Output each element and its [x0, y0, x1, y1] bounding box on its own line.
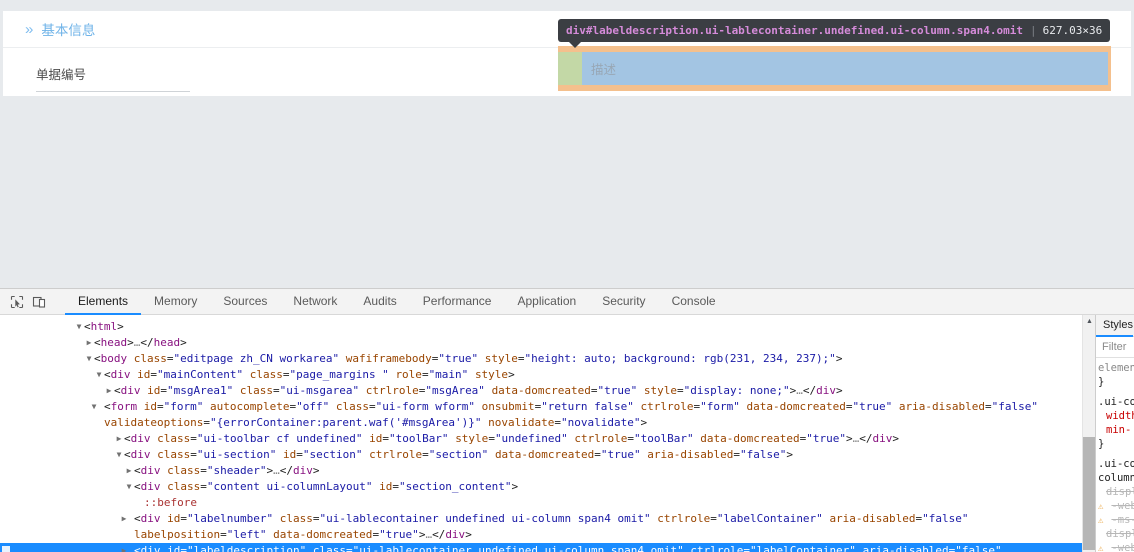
tab-console-label: Console	[671, 294, 716, 308]
web-page-viewport: » 基本信息 单据编号 描述 div#labeldescription.ui-l…	[0, 0, 1134, 288]
tab-network-label: Network	[293, 294, 338, 308]
styles-filter-placeholder: Filter	[1102, 341, 1127, 353]
devtools-panel: Elements Memory Sources Network Audits P…	[0, 288, 1134, 552]
style-rule-line[interactable]: ⚠ -webkit-	[1098, 499, 1134, 513]
dom-node-body[interactable]: ▼ <body class="editpage zh_CN workarea" w…	[0, 351, 1095, 367]
dom-node-html[interactable]: ▼ <html>	[0, 319, 1095, 335]
twisty-icon[interactable]: ▶	[122, 511, 134, 527]
style-rule-line[interactable]: element.style {	[1098, 361, 1134, 375]
tab-sources-label: Sources	[223, 294, 268, 308]
tab-performance-label: Performance	[422, 294, 492, 308]
style-rule-line[interactable]: ⚠ -ms-	[1098, 513, 1134, 527]
tab-elements[interactable]: Elements	[65, 289, 142, 315]
tab-sources[interactable]: Sources	[210, 289, 280, 315]
style-rule-line[interactable]: display	[1098, 527, 1134, 541]
tab-styles-label: Styles	[1103, 319, 1133, 331]
styles-rules-list[interactable]: element.style { } .ui-column { width: mi…	[1096, 358, 1134, 552]
tooltip-dimensions: 627.03×36	[1042, 24, 1103, 37]
tab-styles[interactable]: Styles	[1096, 315, 1133, 337]
dom-node-section-content[interactable]: ▼ <div class="content ui-columnLayout" id…	[0, 479, 1095, 495]
twisty-icon[interactable]: ▶	[84, 335, 94, 351]
style-rule-line[interactable]: .ui-columnLayout >	[1098, 457, 1134, 471]
tab-console[interactable]: Console	[659, 289, 729, 315]
dom-node-labelnumber[interactable]: ▶ <div id="labelnumber" class="ui-lableco…	[0, 511, 1095, 543]
style-rule-line[interactable]: display	[1098, 485, 1134, 499]
twisty-icon[interactable]: ▶	[104, 383, 114, 399]
twisty-icon[interactable]: ▼	[114, 447, 124, 463]
dom-node-toolbar[interactable]: ▶ <div class="ui-toolbar cf undefined" id…	[0, 431, 1095, 447]
tab-performance[interactable]: Performance	[410, 289, 505, 315]
element-selector-tooltip: div#labeldescription.ui-lablecontainer.u…	[558, 19, 1111, 48]
style-rule-line[interactable]: min-	[1098, 423, 1134, 437]
devtools-tabs: Elements Memory Sources Network Audits P…	[65, 289, 729, 315]
tab-elements-label: Elements	[78, 294, 129, 308]
dom-node-msgarea1[interactable]: ▶ <div id="msgArea1" class="ui-msgarea" c…	[0, 383, 1095, 399]
tooltip-separator: |	[1029, 24, 1037, 37]
tab-audits[interactable]: Audits	[350, 289, 409, 315]
double-chevron-right-icon: »	[25, 20, 33, 38]
devtools-toolbar: Elements Memory Sources Network Audits P…	[0, 289, 1134, 315]
devtools-body: ▼ <html> ▶ <head>…</head> ▼ <body class="ed…	[0, 315, 1134, 552]
tab-audits-label: Audits	[363, 294, 397, 308]
style-rule-line[interactable]: }	[1098, 375, 1134, 389]
twisty-icon[interactable]: ▼	[92, 399, 104, 415]
description-field-placeholder: 描述	[591, 63, 617, 77]
twisty-icon[interactable]: ▼	[94, 367, 104, 383]
styles-tabbar: Styles	[1096, 315, 1134, 337]
dom-tree-scrollbar[interactable]: ▲	[1082, 315, 1095, 552]
dom-node-section[interactable]: ▼ <div class="ui-section" id="section" ct…	[0, 447, 1095, 463]
twisty-icon[interactable]: ▼	[74, 319, 84, 335]
style-rule-line[interactable]: .ui-column {	[1098, 395, 1134, 409]
dom-node-form[interactable]: ▼ <form id="form" autocomplete="off" clas…	[0, 399, 1095, 431]
dom-node-maincontent[interactable]: ▼ <div id="mainContent" class="page_margi…	[0, 367, 1095, 383]
twisty-icon[interactable]: ▶	[114, 431, 124, 447]
style-rule-line[interactable]: columnLayout	[1098, 471, 1134, 485]
toggle-device-toolbar-icon[interactable]	[28, 291, 50, 313]
style-rule-line[interactable]: }	[1098, 437, 1134, 451]
dom-node-sheader[interactable]: ▶ <div class="sheader">…</div>	[0, 463, 1095, 479]
style-rule-line[interactable]: ⚠ -webkit-	[1098, 541, 1134, 552]
tab-memory-label: Memory	[154, 294, 198, 308]
styles-sidebar[interactable]: Styles Filter element.style { } .ui-colu…	[1095, 315, 1134, 552]
inspect-element-icon[interactable]	[6, 291, 28, 313]
tab-network[interactable]: Network	[280, 289, 350, 315]
dom-tree-panel[interactable]: ▼ <html> ▶ <head>…</head> ▼ <body class="ed…	[0, 315, 1095, 552]
scroll-up-arrow-icon[interactable]: ▲	[1083, 315, 1095, 328]
scrollbar-thumb[interactable]	[1083, 437, 1095, 550]
style-rule-line[interactable]: width:	[1098, 409, 1134, 423]
field-input-underline[interactable]	[36, 91, 190, 92]
twisty-icon[interactable]: ▼	[84, 351, 94, 367]
field-label-document-number: 单据编号	[36, 68, 87, 82]
element-highlight-overlay: 描述	[558, 46, 1111, 91]
tab-memory[interactable]: Memory	[141, 289, 210, 315]
tooltip-selector-text: div#labeldescription.ui-lablecontainer.u…	[566, 24, 1023, 37]
selection-marker-icon	[2, 546, 10, 552]
dom-tree[interactable]: ▼ <html> ▶ <head>…</head> ▼ <body class="ed…	[0, 315, 1095, 552]
tab-security[interactable]: Security	[589, 289, 658, 315]
tab-security-label: Security	[602, 294, 646, 308]
dom-node-head[interactable]: ▶ <head>…</head>	[0, 335, 1095, 351]
highlight-content-region	[582, 52, 1108, 85]
twisty-icon[interactable]: ▶	[124, 463, 134, 479]
section-title: 基本信息	[41, 23, 96, 38]
styles-filter-input[interactable]: Filter	[1096, 337, 1134, 358]
devtools-toolbar-icons	[0, 289, 65, 314]
twisty-icon[interactable]: ▼	[124, 479, 134, 495]
dom-node-pseudo-before[interactable]: ::before	[0, 495, 1095, 511]
tab-application-label: Application	[517, 294, 577, 308]
tab-application[interactable]: Application	[504, 289, 589, 315]
highlight-margin-region	[558, 52, 582, 85]
